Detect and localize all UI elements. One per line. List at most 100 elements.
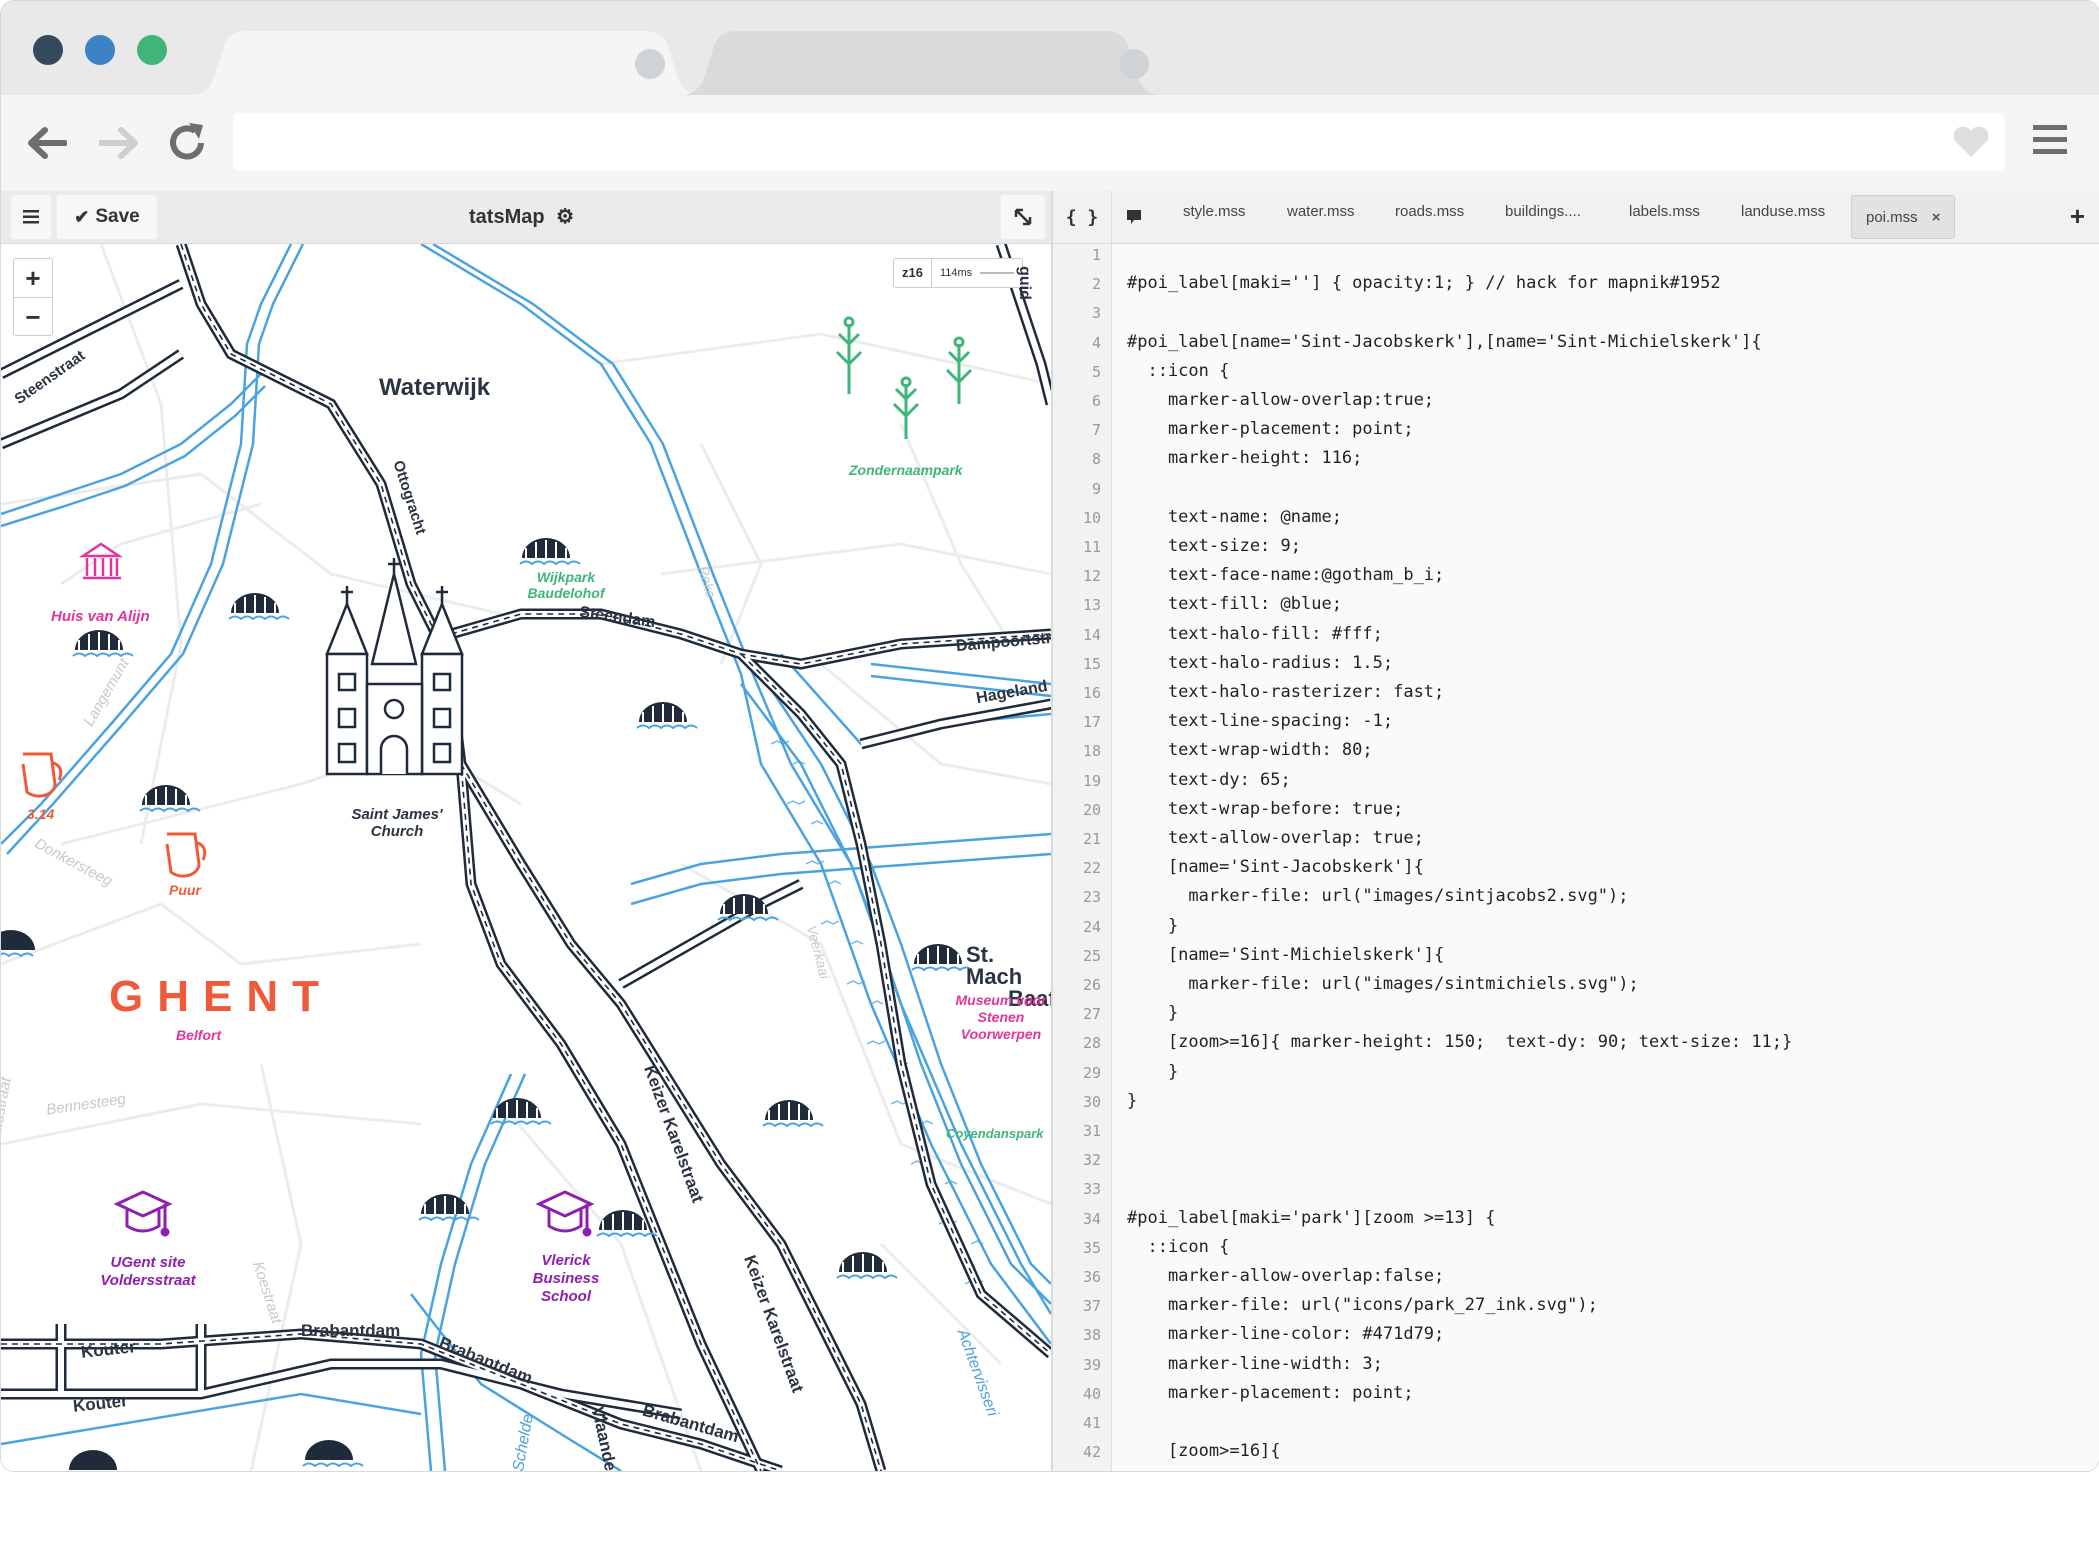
label-vlerick: Vlerick Business School: [521, 1252, 611, 1306]
project-title[interactable]: tatsMap ⚙: [469, 204, 574, 229]
map-panel-header: ✔ Save tatsMap ⚙: [1, 191, 1051, 244]
reload-button[interactable]: [163, 119, 211, 167]
education-icons: [113, 1190, 595, 1237]
code-line: marker-allow-overlap:false;: [1127, 1266, 1445, 1286]
bridge-icon: [490, 1098, 552, 1126]
heart-icon[interactable]: [1951, 125, 1991, 159]
line-number: 39: [1082, 1355, 1101, 1374]
zoom-out-button[interactable]: −: [14, 298, 52, 336]
line-number: 34: [1082, 1209, 1101, 1228]
tab-water-mss[interactable]: water.mss: [1287, 203, 1355, 220]
code-line: marker-height: 116;: [1127, 448, 1363, 469]
forward-button[interactable]: [95, 119, 143, 167]
close-window-button[interactable]: [33, 35, 63, 65]
tab-roads-mss[interactable]: roads.mss: [1395, 203, 1464, 220]
label-museum-line2: Stenen: [977, 1009, 1025, 1025]
tab-poi-mss[interactable]: poi.mss ×: [1851, 195, 1956, 239]
code-line: text-line-spacing: -1;: [1127, 711, 1394, 732]
project-menu-button[interactable]: [11, 195, 51, 239]
line-number: 35: [1082, 1238, 1101, 1257]
label-zondernaampark: Zondernaampark: [849, 462, 963, 478]
code-line: marker-file: url("images/sintjacobs2.svg…: [1127, 886, 1629, 907]
speech-bubble-icon: [1127, 210, 1141, 224]
tab-landuse-mss[interactable]: landuse.mss: [1741, 203, 1825, 220]
bridge-icon: [302, 1440, 364, 1468]
zoom-in-button[interactable]: +: [14, 259, 52, 298]
arrow-right-icon: [99, 127, 138, 159]
tab-style-mss[interactable]: style.mss: [1183, 203, 1246, 220]
bridge-icon: [228, 593, 290, 621]
tab-buildings-mss[interactable]: buildings....: [1505, 203, 1581, 220]
code-line: text-fill: @blue;: [1127, 594, 1342, 615]
hamburger-icon[interactable]: [2033, 123, 2067, 157]
zoom-level: z16: [894, 259, 932, 287]
add-tab-button[interactable]: +: [2070, 201, 2085, 232]
gear-icon[interactable]: ⚙: [556, 206, 574, 228]
tab-close-icon[interactable]: [1119, 49, 1149, 79]
line-number: 36: [1082, 1268, 1101, 1286]
code-line: text-size: 9;: [1127, 536, 1301, 556]
code-line: marker-line-width: 3;: [1127, 1353, 1383, 1374]
close-tab-icon[interactable]: ×: [1932, 209, 1941, 226]
label-huis-van-alijn: Huis van Alijn: [51, 608, 150, 625]
tab-labels-mss[interactable]: labels.mss: [1629, 203, 1700, 220]
tab-poi-label: poi.mss: [1866, 208, 1918, 226]
save-button[interactable]: ✔ Save: [57, 195, 157, 239]
code-line: [name='Sint-Michielskerk']{: [1127, 944, 1445, 965]
label-saint-james-line1: Saint James': [351, 806, 443, 823]
back-button[interactable]: [23, 119, 71, 167]
line-number: 37: [1082, 1297, 1101, 1316]
code-line: marker-allow-overlap:true;: [1127, 390, 1435, 410]
line-number: 27: [1082, 1005, 1101, 1024]
tab-inactive[interactable]: [681, 31, 1161, 95]
label-belfort: Belfort: [176, 1027, 222, 1043]
maximize-window-button[interactable]: [137, 35, 167, 65]
line-number: 25: [1082, 946, 1101, 965]
line-number: 26: [1082, 976, 1101, 994]
code-line: text-allow-overlap: true;: [1127, 828, 1424, 848]
code-view-button[interactable]: { }: [1053, 191, 1112, 243]
label-brabantdam-1: Brabantdam: [301, 1321, 401, 1340]
line-number: 31: [1082, 1122, 1101, 1140]
label-museum-line3: Voorwerpen: [960, 1026, 1042, 1042]
minimize-window-button[interactable]: [85, 35, 115, 65]
arrow-left-icon: [28, 127, 67, 159]
line-number: 16: [1082, 684, 1101, 702]
line-number: 21: [1082, 830, 1101, 848]
fullscreen-button[interactable]: [1001, 195, 1045, 239]
line-number: 12: [1082, 567, 1101, 586]
code-line: text-halo-fill: #fff;: [1127, 623, 1383, 644]
line-number: 11: [1082, 538, 1101, 556]
code-line: marker-file: url("icons/park_27_ink.svg"…: [1127, 1295, 1598, 1316]
map-canvas[interactable]: + − z16 114ms Waterwijk Steenstraat Otto…: [1, 244, 1051, 1471]
line-number: 28: [1082, 1034, 1101, 1053]
bridge-icon: [72, 630, 134, 658]
line-number: 3: [1091, 304, 1101, 323]
label-vlerick-line1: Vlerick: [541, 1252, 591, 1269]
reload-icon: [170, 123, 204, 160]
line-number: 42: [1082, 1443, 1101, 1462]
code-line: text-face-name:@gotham_b_i;: [1127, 565, 1445, 586]
line-number: 19: [1082, 771, 1101, 790]
save-label: Save: [95, 206, 140, 227]
code-line: ::icon {: [1127, 360, 1230, 381]
code-line: }: [1127, 1003, 1179, 1024]
line-number: 24: [1082, 917, 1101, 936]
code-line: ::icon {: [1127, 1236, 1230, 1257]
hamburger-icon: [23, 210, 39, 224]
code-line: marker-placement: point;: [1127, 419, 1414, 440]
line-number: 30: [1082, 1092, 1101, 1111]
code-editor[interactable]: 1 2 3 4 5 6 7 8 9 10 11 12 13 14 15 16 17 18 19 20 21 22 23 24 2…: [1053, 244, 2099, 1471]
code-line: #poi_label[maki='park'][zoom >=13] {: [1127, 1207, 1496, 1228]
label-ugent: UGent site Voldersstraat: [93, 1254, 203, 1290]
address-bar[interactable]: [233, 113, 2005, 171]
line-number: 8: [1091, 450, 1101, 469]
line-number: 23: [1082, 888, 1101, 907]
render-time: 114ms: [939, 267, 973, 279]
tab-close-icon[interactable]: [635, 49, 665, 79]
tab-active[interactable]: [191, 31, 701, 95]
line-number: 18: [1082, 742, 1101, 761]
comment-button[interactable]: [1119, 191, 1149, 243]
zoom-control: + −: [13, 258, 53, 336]
park-tree-icons: [835, 316, 973, 439]
